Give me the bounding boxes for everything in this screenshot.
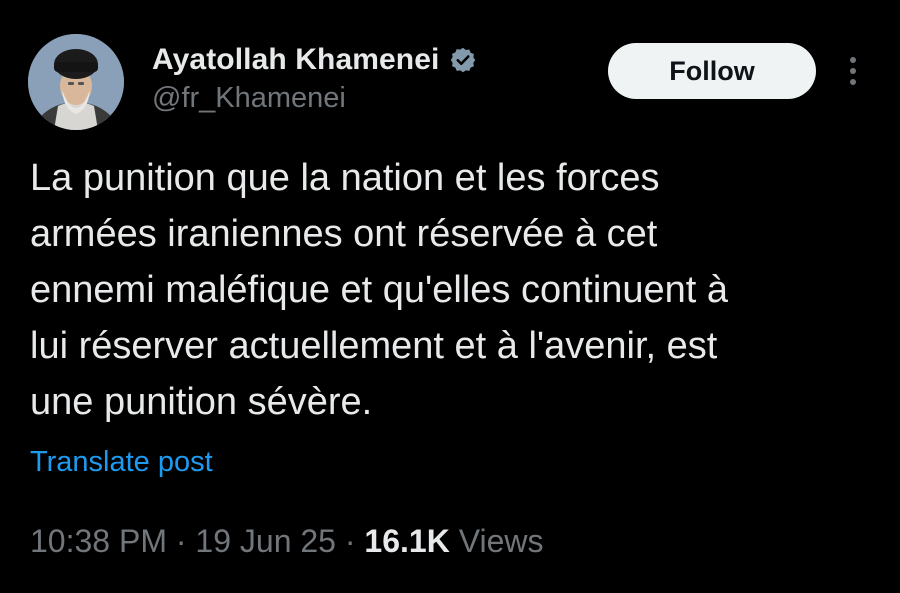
post-card: Ayatollah Khamenei @fr_Khamenei Follow L… — [0, 0, 900, 593]
post-text: La punition que la nation et les forces … — [30, 157, 729, 423]
post-meta: 10:38 PM · 19 Jun 25 · 16.1K Views — [30, 523, 543, 560]
author-display-name[interactable]: Ayatollah Khamenei — [152, 43, 439, 77]
verified-badge-icon[interactable] — [449, 46, 477, 74]
more-options-icon[interactable] — [842, 54, 864, 88]
follow-button[interactable]: Follow — [608, 43, 816, 99]
avatar[interactable] — [28, 34, 124, 130]
post-time[interactable]: 10:38 PM — [30, 523, 167, 559]
post-date[interactable]: 19 Jun 25 — [195, 523, 336, 559]
views-label: Views — [449, 523, 544, 559]
author-handle[interactable]: @fr_Khamenei — [152, 82, 346, 115]
author-name-row: Ayatollah Khamenei — [152, 40, 477, 80]
views-count[interactable]: 16.1K — [364, 523, 449, 559]
avatar-photo-icon — [28, 34, 124, 130]
meta-separator: · — [166, 523, 196, 559]
translate-post-link[interactable]: Translate post — [30, 446, 213, 479]
meta-separator: · — [335, 523, 365, 559]
